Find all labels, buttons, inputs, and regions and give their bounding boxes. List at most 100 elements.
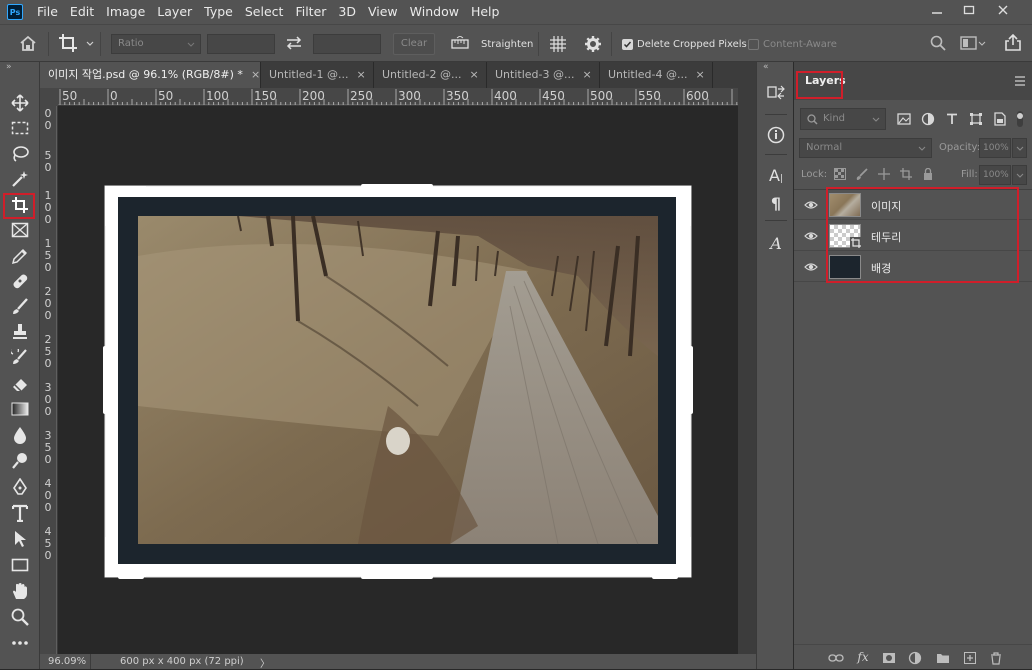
ratio-select[interactable]: Ratio <box>111 34 201 54</box>
adjustment-layer-icon[interactable] <box>906 651 924 665</box>
home-icon[interactable] <box>19 35 37 54</box>
add-mask-icon[interactable] <box>880 651 898 665</box>
menu-layer[interactable]: Layer <box>151 0 198 24</box>
layer-row-image[interactable]: 이미지 <box>794 190 1032 220</box>
lock-artboard-icon[interactable] <box>897 167 915 181</box>
link-layers-icon[interactable] <box>827 651 845 665</box>
filter-type-icon[interactable] <box>943 112 961 126</box>
new-layer-icon[interactable] <box>961 651 979 665</box>
lock-all-icon[interactable] <box>919 167 937 181</box>
tab-layers[interactable]: Layers <box>799 74 852 87</box>
blur-tool-icon[interactable] <box>8 424 32 446</box>
tab-document-active[interactable]: 이미지 작업.psd @ 96.1% (RGB/8#) * × <box>40 62 261 88</box>
layer-name[interactable]: 배경 <box>871 260 891 276</box>
search-icon[interactable] <box>930 35 946 54</box>
eraser-tool-icon[interactable] <box>8 373 32 395</box>
history-panel-icon[interactable] <box>757 84 795 105</box>
horizontal-ruler[interactable]: 50 0 50 100 150 200 250 300 350 400 450 … <box>58 88 738 106</box>
collapse-panels-icon[interactable]: « <box>763 62 769 72</box>
share-icon[interactable] <box>1004 33 1022 55</box>
chevron-down-icon[interactable] <box>86 37 94 50</box>
brush-tool-icon[interactable] <box>8 296 32 318</box>
collapse-toolbar-icon[interactable]: » <box>6 62 12 72</box>
pen-tool-icon[interactable] <box>8 476 32 498</box>
fill-dropdown[interactable] <box>1012 165 1027 185</box>
layer-name[interactable]: 테두리 <box>871 229 901 245</box>
maximize-icon[interactable] <box>954 0 984 20</box>
layer-row-border[interactable]: 테두리 <box>794 221 1032 251</box>
delete-cropped-label[interactable]: Delete Cropped Pixels <box>637 38 747 52</box>
info-panel-icon[interactable] <box>757 126 795 147</box>
path-selection-tool-icon[interactable] <box>8 528 32 550</box>
menu-image[interactable]: Image <box>100 0 151 24</box>
ratio-height-input[interactable] <box>313 34 381 54</box>
fill-input[interactable]: 100% <box>979 165 1011 185</box>
frame-tool-icon[interactable] <box>8 219 32 241</box>
healing-brush-tool-icon[interactable] <box>8 270 32 292</box>
minimize-icon[interactable] <box>922 0 952 20</box>
tab-close-icon[interactable]: × <box>695 68 704 81</box>
menu-edit[interactable]: Edit <box>64 0 100 24</box>
zoom-tool-icon[interactable] <box>8 606 32 628</box>
filter-toggle[interactable] <box>1015 111 1027 127</box>
tab-close-icon[interactable]: × <box>251 68 260 81</box>
more-tools-icon[interactable] <box>8 632 32 654</box>
layer-name[interactable]: 이미지 <box>871 198 901 214</box>
tab-close-icon[interactable]: × <box>469 68 478 81</box>
filter-shape-icon[interactable] <box>967 112 985 126</box>
clone-stamp-tool-icon[interactable] <box>8 321 32 343</box>
crop-tool-preset-icon[interactable] <box>58 33 80 56</box>
ratio-width-input[interactable] <box>207 34 275 54</box>
magic-wand-tool-icon[interactable] <box>8 168 32 190</box>
menu-view[interactable]: View <box>362 0 404 24</box>
character-panel-icon[interactable]: A| <box>757 166 795 185</box>
move-tool-icon[interactable] <box>8 92 32 114</box>
opacity-dropdown[interactable] <box>1012 138 1027 158</box>
menu-help[interactable]: Help <box>465 0 506 24</box>
vertical-scrollbar[interactable] <box>738 88 756 654</box>
crop-tool-icon[interactable] <box>8 194 32 216</box>
marquee-tool-icon[interactable] <box>8 117 32 139</box>
opacity-input[interactable]: 100% <box>979 138 1011 158</box>
tab-untitled-1[interactable]: Untitled-1 @... × <box>261 62 374 88</box>
menu-window[interactable]: Window <box>404 0 465 24</box>
lock-position-icon[interactable] <box>875 167 893 181</box>
tab-untitled-2[interactable]: Untitled-2 @... × <box>374 62 487 88</box>
paragraph-panel-icon[interactable]: ¶ <box>757 194 795 213</box>
menu-type[interactable]: Type <box>198 0 239 24</box>
rectangle-tool-icon[interactable] <box>8 554 32 576</box>
lock-pixels-icon[interactable] <box>853 167 871 181</box>
tab-untitled-4[interactable]: Untitled-4 @... × <box>600 62 713 88</box>
menu-select[interactable]: Select <box>239 0 290 24</box>
eyedropper-tool-icon[interactable] <box>8 245 32 267</box>
fx-button[interactable]: fx <box>854 650 872 664</box>
straighten-icon[interactable] <box>451 35 469 53</box>
eye-icon[interactable] <box>804 230 818 242</box>
tab-close-icon[interactable]: × <box>356 68 365 81</box>
history-brush-tool-icon[interactable] <box>8 347 32 369</box>
filter-pixel-icon[interactable] <box>895 112 913 126</box>
tab-close-icon[interactable]: × <box>582 68 591 81</box>
workspace-icon[interactable] <box>960 35 986 54</box>
panel-menu-icon[interactable] <box>1014 76 1026 89</box>
delete-cropped-checkbox[interactable] <box>622 39 633 50</box>
vertical-ruler[interactable]: 0 0 5 0 1 0 0 1 5 0 2 0 0 2 5 0 3 0 0 3 … <box>40 106 58 654</box>
eye-icon[interactable] <box>804 261 818 273</box>
menu-filter[interactable]: Filter <box>289 0 332 24</box>
clear-button[interactable]: Clear <box>393 33 435 55</box>
menu-file[interactable]: File <box>31 0 64 24</box>
trash-icon[interactable] <box>987 651 1005 665</box>
straighten-label[interactable]: Straighten <box>481 38 533 52</box>
new-group-icon[interactable] <box>934 651 952 665</box>
content-aware-checkbox[interactable] <box>748 39 759 50</box>
artwork[interactable] <box>58 106 738 654</box>
filter-adjustment-icon[interactable] <box>919 112 937 126</box>
ruler-corner[interactable] <box>40 88 58 106</box>
blend-mode-select[interactable]: Normal <box>799 138 932 158</box>
tab-untitled-3[interactable]: Untitled-3 @... × <box>487 62 600 88</box>
close-window-icon[interactable] <box>988 0 1018 20</box>
filter-smart-object-icon[interactable] <box>991 112 1009 126</box>
grid-overlay-icon[interactable] <box>549 35 567 56</box>
type-tool-icon[interactable] <box>8 502 32 524</box>
gear-icon[interactable] <box>584 35 602 56</box>
